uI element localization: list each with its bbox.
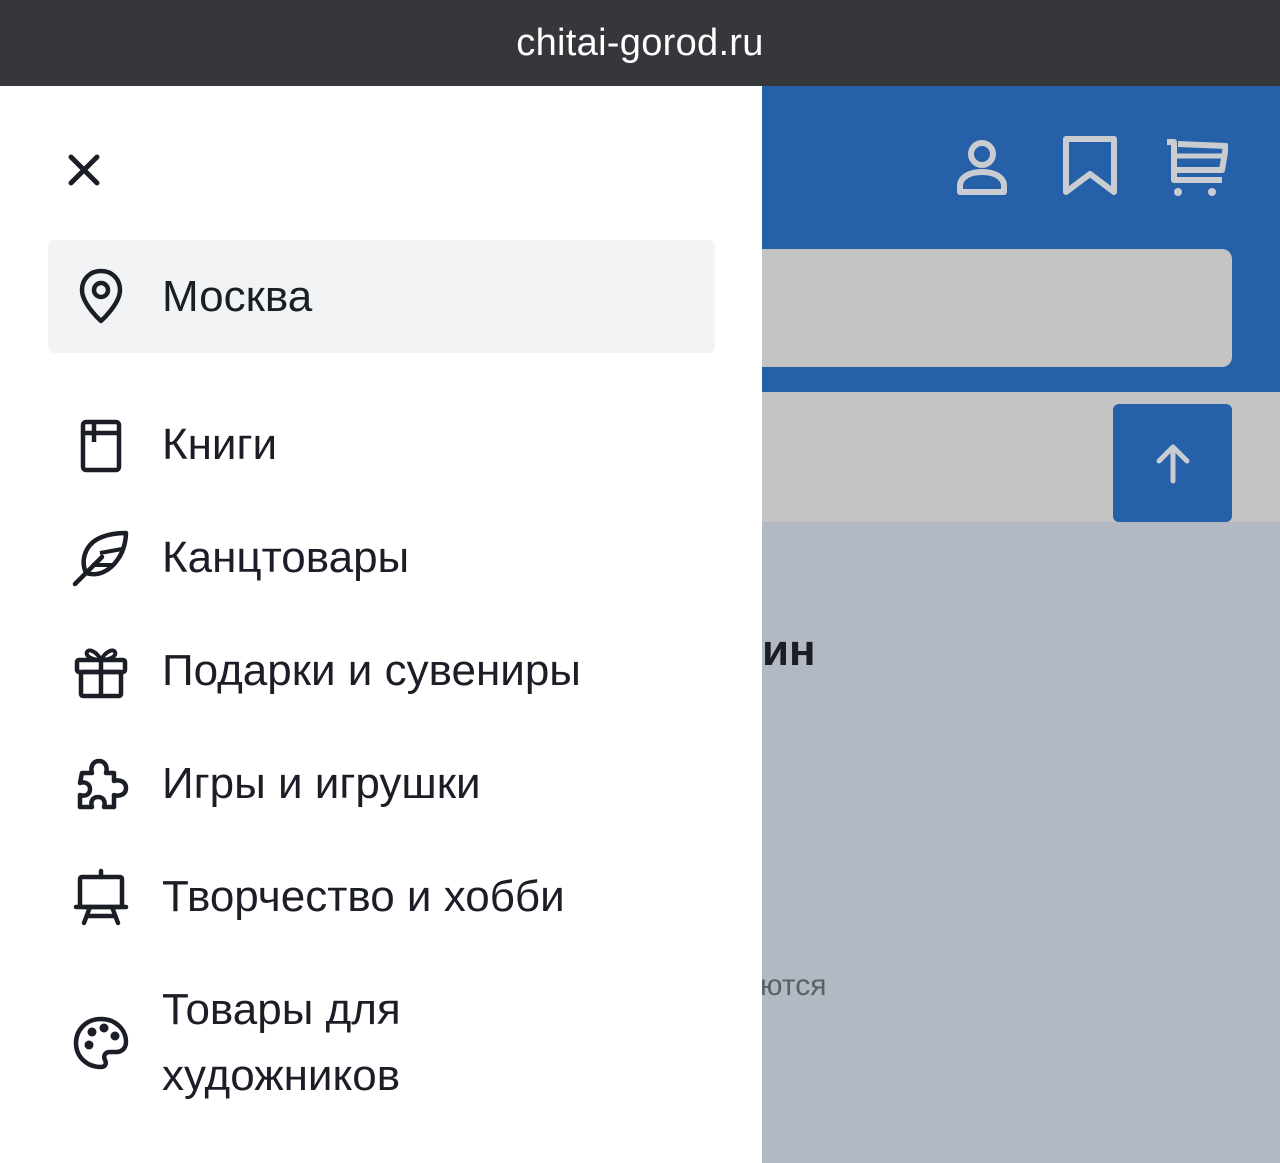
location-pin-icon [79,268,123,324]
scroll-up-button[interactable] [1113,404,1232,522]
feather-icon [72,530,129,587]
gift-icon [74,648,128,699]
arrow-up-icon [1156,444,1189,484]
menu-item-label: Товары для художников [162,985,401,1100]
menu-item-label: Творчество и хобби [162,872,565,921]
close-icon [68,154,100,186]
puzzle-icon [77,758,129,810]
palette-icon [73,1016,129,1070]
menu-item-art-supplies[interactable]: Товары для художников [48,977,715,1109]
menu-item-games[interactable]: Игры и игрушки [48,751,715,817]
menu-item-label: Игры и игрушки [162,759,481,808]
menu-item-label: Канцтовары [162,533,410,582]
browser-address-bar[interactable]: chitai-gorod.ru [0,0,1280,86]
cart-icon[interactable] [1164,134,1228,198]
city-name: Москва [162,272,313,321]
menu-item-creativity[interactable]: Творчество и хобби [48,864,715,930]
menu-item-label: Подарки и сувениры [162,646,581,695]
menu-item-books[interactable]: Книги [48,412,715,478]
menu-item-stationery[interactable]: Канцтовары [48,525,715,591]
menu-item-gifts[interactable]: Подарки и сувениры [48,638,715,704]
bookmark-icon[interactable] [1058,134,1122,198]
navigation-drawer: Москва Книги Канцтовары Подарки и сувени… [0,86,762,1163]
city-selector[interactable]: Москва [48,240,715,353]
profile-icon[interactable] [950,134,1014,198]
easel-icon [73,868,129,926]
url-text: chitai-gorod.ru [516,21,764,64]
menu-item-label: Книги [162,420,278,469]
book-icon [80,419,122,473]
search-input[interactable] [700,249,1232,367]
close-button[interactable] [60,146,108,194]
